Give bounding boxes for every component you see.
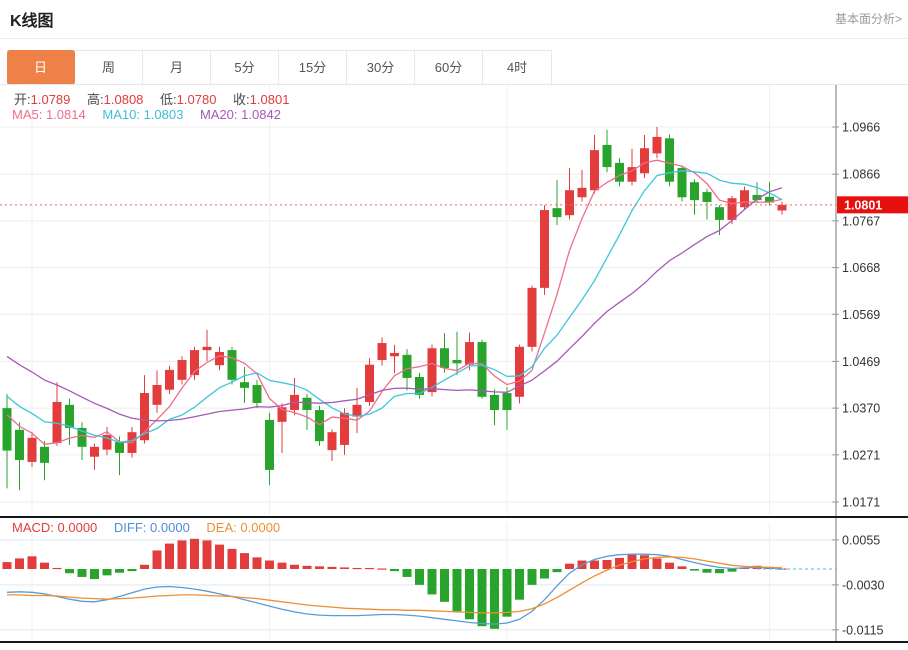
- tab-15min[interactable]: 15分: [279, 51, 347, 84]
- dea-label: DEA:: [206, 520, 237, 535]
- candles[interactable]: [2, 127, 787, 491]
- svg-text:-0.0115: -0.0115: [842, 623, 884, 637]
- macd-readout: MACD: 0.0000 DIFF: 0.0000 DEA: 0.0000: [12, 520, 293, 535]
- macd-label: MACD:: [12, 520, 54, 535]
- fundamental-analysis-link[interactable]: 基本面分析>: [835, 10, 902, 27]
- tab-30min[interactable]: 30分: [347, 51, 415, 84]
- ma-readout: MA5: 1.0814 MA10: 1.0803 MA20: 1.0842: [12, 107, 294, 122]
- kline-chart-canvas[interactable]: 1.0966 1.0866 1.0767 1.0668 1.0569 1.0469 1.03…: [0, 85, 908, 645]
- ma5-value: 1.0814: [45, 107, 86, 122]
- svg-text:1.0370: 1.0370: [842, 402, 880, 416]
- ma10-label: MA10:: [102, 107, 140, 122]
- close-label: 收:: [233, 92, 250, 107]
- open-label: 开:: [14, 92, 31, 107]
- svg-text:1.0966: 1.0966: [842, 121, 880, 135]
- ma5-label: MA5:: [12, 107, 43, 122]
- interval-tabs: 日 周 月 5分 15分 30分 60分 4时: [7, 50, 552, 85]
- svg-text:1.0767: 1.0767: [842, 214, 880, 228]
- svg-text:1.0171: 1.0171: [842, 496, 880, 510]
- macd-histogram: [2, 538, 787, 629]
- dea-value: 0.0000: [240, 520, 281, 535]
- svg-text:1.0271: 1.0271: [842, 448, 880, 462]
- high-label: 高:: [87, 92, 104, 107]
- open-value: 1.0789: [30, 92, 71, 107]
- header: K线图 基本面分析>: [0, 0, 908, 38]
- macd-value: 0.0000: [57, 520, 98, 535]
- svg-text:0.0055: 0.0055: [842, 533, 880, 547]
- svg-text:-0.0030: -0.0030: [842, 578, 884, 592]
- svg-text:1.0866: 1.0866: [842, 168, 880, 182]
- svg-text:1.0469: 1.0469: [842, 355, 880, 369]
- diff-value: 0.0000: [150, 520, 190, 535]
- tab-4hour[interactable]: 4时: [483, 51, 551, 84]
- ma20-value: 1.0842: [241, 107, 281, 122]
- current-price-badge: 1.0801: [837, 196, 908, 214]
- frame: [0, 85, 908, 643]
- tab-week[interactable]: 周: [75, 51, 143, 84]
- macd-lines: [6, 553, 836, 625]
- svg-text:1.0801: 1.0801: [844, 198, 882, 212]
- high-value: 1.0808: [103, 92, 144, 107]
- ohlc-readout: 开:1.0789 高:1.0808 低:1.0780 收:1.0801: [14, 89, 302, 108]
- tab-day[interactable]: 日: [7, 50, 75, 85]
- low-label: 低:: [160, 92, 177, 107]
- tab-60min[interactable]: 60分: [415, 51, 483, 84]
- header-divider: [0, 38, 908, 39]
- page-title: K线图: [10, 13, 54, 30]
- close-value: 1.0801: [249, 92, 290, 107]
- ma20-label: MA20:: [199, 107, 238, 122]
- tab-5min[interactable]: 5分: [211, 51, 279, 84]
- kline-chart-area[interactable]: 1.0966 1.0866 1.0767 1.0668 1.0569 1.0469 1.03…: [0, 85, 908, 645]
- diff-label: DIFF:: [113, 520, 147, 535]
- svg-text:1.0569: 1.0569: [842, 308, 880, 322]
- ma10-value: 1.0803: [143, 107, 184, 122]
- ma-lines: [6, 159, 783, 445]
- gridlines: [0, 85, 836, 639]
- low-value: 1.0780: [176, 92, 217, 107]
- svg-text:1.0668: 1.0668: [842, 261, 880, 275]
- tab-month[interactable]: 月: [143, 51, 211, 84]
